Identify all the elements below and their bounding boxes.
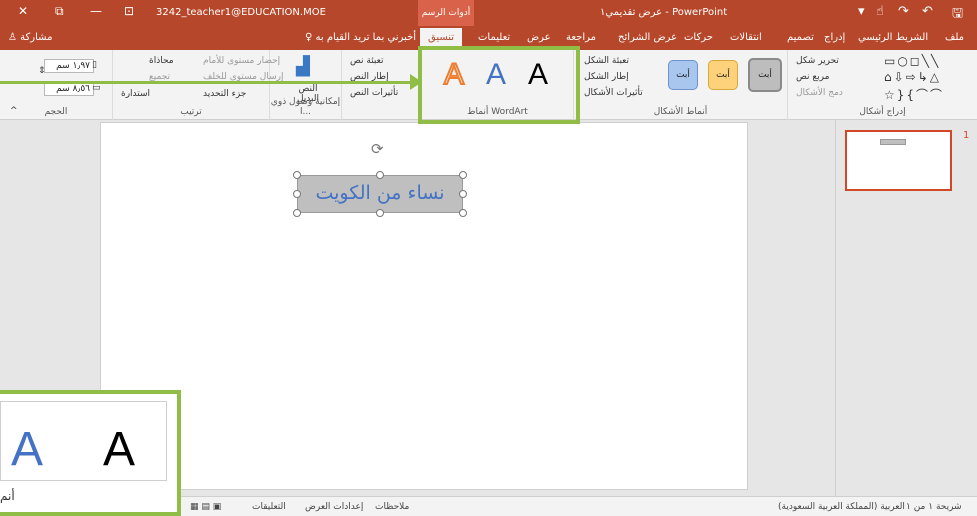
size-group-label: الحجم <box>44 107 68 117</box>
tab-view[interactable]: عرض <box>527 32 551 43</box>
tab-comments[interactable]: تعليمات <box>478 32 510 43</box>
drawing-tools-context-tab: أدوات الرسم <box>418 0 474 26</box>
shape-effects-button[interactable]: تأثيرات الأشكال <box>584 88 643 98</box>
callout-arrow-head <box>410 74 422 90</box>
resize-handle-tr[interactable] <box>459 171 467 179</box>
ribbon-display-icon[interactable]: ⊡ <box>124 4 134 18</box>
tab-review[interactable]: مراجعة <box>566 32 596 43</box>
tab-file[interactable]: ملف <box>945 32 964 43</box>
resize-handle-mr[interactable] <box>459 190 467 198</box>
width-icon: ▭ <box>92 83 101 93</box>
edit-shape-button[interactable]: تحرير شكل <box>796 56 839 66</box>
text-box-button[interactable]: مربع نص <box>796 72 829 82</box>
resize-handle-bl[interactable] <box>293 209 301 217</box>
share-button[interactable]: ♙ مشاركة <box>8 32 52 43</box>
close-icon[interactable]: ✕ <box>18 4 28 18</box>
tab-design[interactable]: تصميم <box>787 32 814 43</box>
wordart-highlight-frame <box>418 46 580 124</box>
shape-style-blue[interactable]: أبت <box>668 60 698 90</box>
zoom-gallery: A A <box>0 401 167 481</box>
minimize-icon[interactable]: — <box>90 4 102 18</box>
slide-thumbnail-1[interactable] <box>845 130 952 191</box>
tab-insert[interactable]: إدراج <box>824 32 845 43</box>
shape-styles-group-label: أنماط الأشكال <box>653 107 708 117</box>
lightbulb-icon: ♀ <box>305 32 316 43</box>
shape-outline-button[interactable]: إطار الشكل <box>584 72 629 82</box>
bring-forward-button[interactable]: إحضار مستوى للأمام <box>203 56 280 66</box>
user-account[interactable]: 3242_teacher1@EDUCATION.MOE <box>156 7 326 18</box>
text-effects-button[interactable]: تأثيرات النص <box>350 88 398 98</box>
undo-icon[interactable]: ↶ <box>922 4 933 19</box>
insert-shapes-group-label: إدراج أشكال <box>859 107 906 117</box>
resize-handle-tl[interactable] <box>293 171 301 179</box>
shape-fill-button[interactable]: تعبئة الشكل <box>584 56 629 66</box>
restore-icon[interactable]: ⧉ <box>55 4 64 19</box>
shape-height-input[interactable]: ١٫٩٧ سم <box>44 59 94 73</box>
thumbnail-textbox <box>880 139 906 145</box>
tab-animations[interactable]: حركات <box>684 32 713 43</box>
callout-arrow-line <box>0 81 412 84</box>
resize-handle-br[interactable] <box>459 209 467 217</box>
shape-styles-group: تعبئة الشكل إطار الشكل تأثيرات الأشكال أ… <box>574 50 788 120</box>
notes-button[interactable]: ملاحظات <box>375 502 409 512</box>
resize-handle-ml[interactable] <box>293 190 301 198</box>
resize-handle-tc[interactable] <box>376 171 384 179</box>
zoom-label: أنم <box>0 489 15 503</box>
merge-shapes-button[interactable]: دمج الأشكال <box>796 88 843 98</box>
rotate-handle-icon[interactable]: ⟳ <box>371 140 384 158</box>
qat-more-icon[interactable]: ▾ <box>858 4 865 19</box>
selected-textbox[interactable]: نساء من الكويت <box>297 175 463 213</box>
view-normal-icon[interactable]: ▦ ▤ ▣ <box>190 502 221 512</box>
slide-thumbnails-pane: 1 <box>835 120 977 496</box>
language-indicator[interactable]: العربية (المملكة العربية السعودية) <box>778 502 905 512</box>
app-title: عرض تقديمي١ - PowerPoint <box>600 7 728 18</box>
insert-shapes-group: تحرير شكل مربع نص دمج الأشكال ▭○◻╲╲ ⌂⇩⇨↳… <box>788 50 977 120</box>
arrange-group: محاذاة إحضار مستوى للأمام تجميع إرسال مس… <box>113 50 283 120</box>
tab-slideshow[interactable]: عرض الشرائح <box>618 32 677 43</box>
shape-width-input[interactable]: ٨٫٥٦ سم <box>44 82 94 96</box>
arrange-group-label: ترتيب <box>180 107 202 117</box>
comments-button[interactable]: التعليقات <box>252 502 286 512</box>
touch-mode-icon[interactable]: ☝ <box>876 4 884 19</box>
shapes-gallery-row-2[interactable]: ⌂⇩⇨↳△ <box>884 70 941 84</box>
resize-handle-bc[interactable] <box>376 209 384 217</box>
zoom-wordart-blue: A <box>11 423 44 476</box>
person-icon: ♙ <box>8 32 21 43</box>
save-icon[interactable]: 🖫 <box>952 4 963 26</box>
zoom-wordart-black: A <box>103 423 136 476</box>
alt-text-icon[interactable]: ▟ <box>296 56 310 77</box>
size-group: ^ ⇕ ١٫٩٧ سم ▯ ٨٫٥٦ سم ▭ الحجم <box>0 50 113 120</box>
height-icon: ▯ <box>92 60 97 70</box>
shapes-gallery[interactable]: ▭○◻╲╲ <box>884 54 940 68</box>
text-fill-button[interactable]: تعبئة نص <box>350 56 384 66</box>
slide-number: 1 <box>963 130 970 141</box>
title-bar: ✕ ⧉ — ⊡ 3242_teacher1@EDUCATION.MOE أدوا… <box>0 0 977 26</box>
slide-count: شريحة ١ من ١ <box>906 502 962 512</box>
accessibility-group: ▟ النص البديل إمكانية وصول ذوي ا... <box>270 50 342 120</box>
zoom-callout: A A أنم <box>0 390 181 516</box>
textbox-text[interactable]: نساء من الكويت <box>298 182 462 204</box>
display-settings-button[interactable]: إعدادات العرض <box>305 502 363 512</box>
tab-transitions[interactable]: انتقالات <box>730 32 762 43</box>
tab-home[interactable]: الشريط الرئيسي <box>858 32 928 43</box>
shape-style-gold[interactable]: أبت <box>708 60 738 90</box>
align-button[interactable]: محاذاة <box>149 56 174 66</box>
rotate-button[interactable]: استدارة <box>121 89 150 99</box>
accessibility-group-label: إمكانية وصول ذوي ا... <box>270 97 341 117</box>
shape-style-gray-selected[interactable]: أبت <box>748 58 782 92</box>
redo-icon[interactable]: ↷ <box>898 4 909 19</box>
shapes-gallery-row-3[interactable]: ☆}{⌒⌒ <box>884 86 944 103</box>
tell-me-search[interactable]: ♀ أخبرني بما تريد القيام به <box>305 32 416 43</box>
selection-pane-button[interactable]: جزء التحديد <box>203 89 246 99</box>
